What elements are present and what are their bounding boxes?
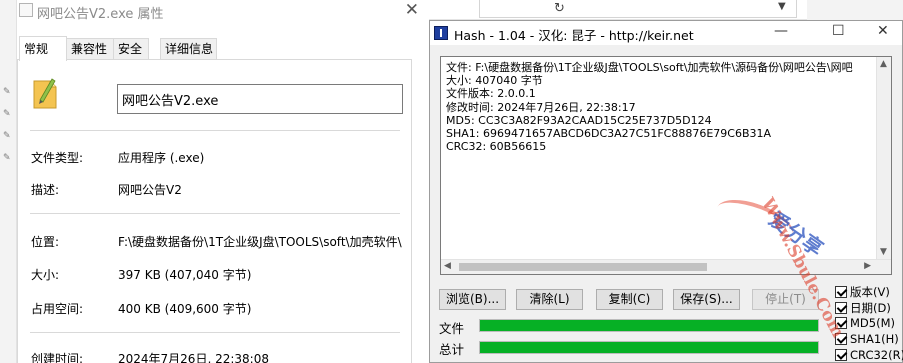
filename-field[interactable]: 网吧公告V2.exe xyxy=(117,84,403,114)
total-progress-label: 总计 xyxy=(439,342,465,357)
hash-window: Hash - 1.04 - 汉化: 昆子 - http://keir.net —… xyxy=(429,20,903,363)
checkbox-checked[interactable] xyxy=(835,317,847,329)
created-label: 创建时间: xyxy=(31,352,84,363)
hash-app-icon xyxy=(434,26,448,40)
divider xyxy=(30,130,400,131)
divider xyxy=(30,213,400,214)
tab-security[interactable]: 安全 xyxy=(113,38,149,60)
size-value: 397 KB (407,040 字节) xyxy=(118,268,252,282)
output-line-crc32: CRC32: 60B56615 xyxy=(446,140,547,154)
file-type-value: 应用程序 (.exe) xyxy=(118,151,205,165)
checkbox-checked[interactable] xyxy=(835,349,847,361)
refresh-icon: ↻ xyxy=(554,1,565,16)
option-sha1[interactable]: SHA1(H) xyxy=(835,332,899,346)
output-line-modified: 修改时间: 2024年7月26日, 22:38:17 xyxy=(446,100,636,114)
background-address-field xyxy=(479,0,797,18)
checkbox-checked[interactable] xyxy=(835,333,847,345)
stop-button[interactable]: 停止(T) xyxy=(752,289,819,310)
option-crc32[interactable]: CRC32(R) xyxy=(835,348,903,362)
scroll-up-icon[interactable]: ▲ xyxy=(880,59,887,69)
option-version-label: 版本(V) xyxy=(850,285,890,299)
location-value: F:\硬盘数据备份\1T企业级J盘\TOOLS\soft\加壳软件\ xyxy=(118,235,402,249)
properties-window: 网吧公告V2.exe 属性 ✕ 常规 兼容性 安全 详细信息 网吧公告V2.ex… xyxy=(17,0,429,363)
file-type-label: 文件类型: xyxy=(31,151,84,165)
file-progress-fill xyxy=(480,320,818,331)
created-value: 2024年7月26日, 22:38:08 xyxy=(118,352,269,363)
option-md5[interactable]: MD5(M) xyxy=(835,316,895,330)
scroll-down-icon[interactable]: ▼ xyxy=(880,247,887,257)
checkbox-checked[interactable] xyxy=(835,286,847,298)
description-value: 网吧公告V2 xyxy=(118,183,182,197)
option-sha1-label: SHA1(H) xyxy=(850,332,899,346)
output-line-md5: MD5: CC3C3A82F93A2CAAD15C25E737D5D124 xyxy=(446,113,712,127)
size-on-disk-value: 400 KB (409,600 字节) xyxy=(118,302,252,316)
hash-output[interactable]: 文件: F:\硬盘数据备份\1T企业级J盘\TOOLS\soft\加壳软件\源码… xyxy=(440,56,892,275)
application-file-icon xyxy=(33,78,57,109)
total-progress-fill xyxy=(480,342,818,353)
file-progress-bar xyxy=(479,319,819,332)
pin-icon: ✎ xyxy=(3,87,11,97)
tab-details[interactable]: 详细信息 xyxy=(160,38,217,60)
general-tab-panel: 网吧公告V2.exe 文件类型: 应用程序 (.exe) 描述: 网吧公告V2 … xyxy=(17,59,412,363)
tab-compatibility[interactable]: 兼容性 xyxy=(66,38,114,60)
properties-title: 网吧公告V2.exe 属性 xyxy=(37,7,164,22)
checkbox-checked[interactable] xyxy=(835,302,847,314)
size-on-disk-label: 占用空间: xyxy=(31,302,84,316)
output-line-version: 文件版本: 2.0.0.1 xyxy=(446,87,536,101)
scrollbar-thumb[interactable] xyxy=(459,263,707,271)
output-line-file: 文件: F:\硬盘数据备份\1T企业级J盘\TOOLS\soft\加壳软件\源码… xyxy=(446,61,853,74)
vertical-scrollbar[interactable]: ▲ ▼ xyxy=(876,57,891,259)
tab-bar: 常规 兼容性 安全 详细信息 xyxy=(17,36,429,61)
tab-general[interactable]: 常规 xyxy=(19,36,67,61)
hash-title: Hash - 1.04 - 汉化: 昆子 - http://keir.net xyxy=(454,28,694,43)
chevron-down-icon: ▼ xyxy=(778,1,786,12)
file-progress-label: 文件 xyxy=(439,321,465,336)
properties-titlebar: 网吧公告V2.exe 属性 ✕ xyxy=(17,0,429,22)
scroll-right-icon[interactable]: ▶ xyxy=(864,261,871,271)
browse-button[interactable]: 浏览(B)... xyxy=(439,289,506,310)
pin-icon: ✎ xyxy=(3,109,11,119)
background-window-strip: ✎ ✎ ✎ ✎ xyxy=(0,0,17,363)
save-button[interactable]: 保存(S)... xyxy=(673,289,740,310)
option-crc32-label: CRC32(R) xyxy=(850,348,903,362)
background-window-toolbar: ↻ ▼ xyxy=(429,0,807,20)
pin-icon: ✎ xyxy=(3,131,11,141)
output-line-sha1: SHA1: 6969471657ABCD6DC3A27C51FC88876E79… xyxy=(446,127,772,141)
hash-titlebar: Hash - 1.04 - 汉化: 昆子 - http://keir.net —… xyxy=(430,21,902,45)
background-window-edge xyxy=(807,0,903,20)
file-icon xyxy=(19,3,33,17)
minimize-icon[interactable]: — xyxy=(774,23,788,39)
option-date[interactable]: 日期(D) xyxy=(835,300,891,315)
copy-button[interactable]: 复制(C) xyxy=(596,289,663,310)
scroll-left-icon[interactable]: ◀ xyxy=(444,261,451,271)
close-icon[interactable]: ✕ xyxy=(877,23,889,39)
option-version[interactable]: 版本(V) xyxy=(835,284,890,299)
description-label: 描述: xyxy=(31,183,60,197)
divider xyxy=(30,332,400,333)
horizontal-scrollbar[interactable]: ◀ ▶ xyxy=(441,259,891,274)
option-md5-label: MD5(M) xyxy=(850,316,895,330)
close-icon[interactable]: ✕ xyxy=(405,0,419,20)
option-date-label: 日期(D) xyxy=(850,301,891,315)
output-line-size: 大小: 407040 字节 xyxy=(446,74,543,88)
pin-icon: ✎ xyxy=(3,153,11,163)
maximize-icon[interactable]: ☐ xyxy=(832,23,845,39)
location-label: 位置: xyxy=(31,235,60,249)
size-label: 大小: xyxy=(31,268,60,282)
total-progress-bar xyxy=(479,341,819,354)
clear-button[interactable]: 清除(L) xyxy=(516,289,583,310)
